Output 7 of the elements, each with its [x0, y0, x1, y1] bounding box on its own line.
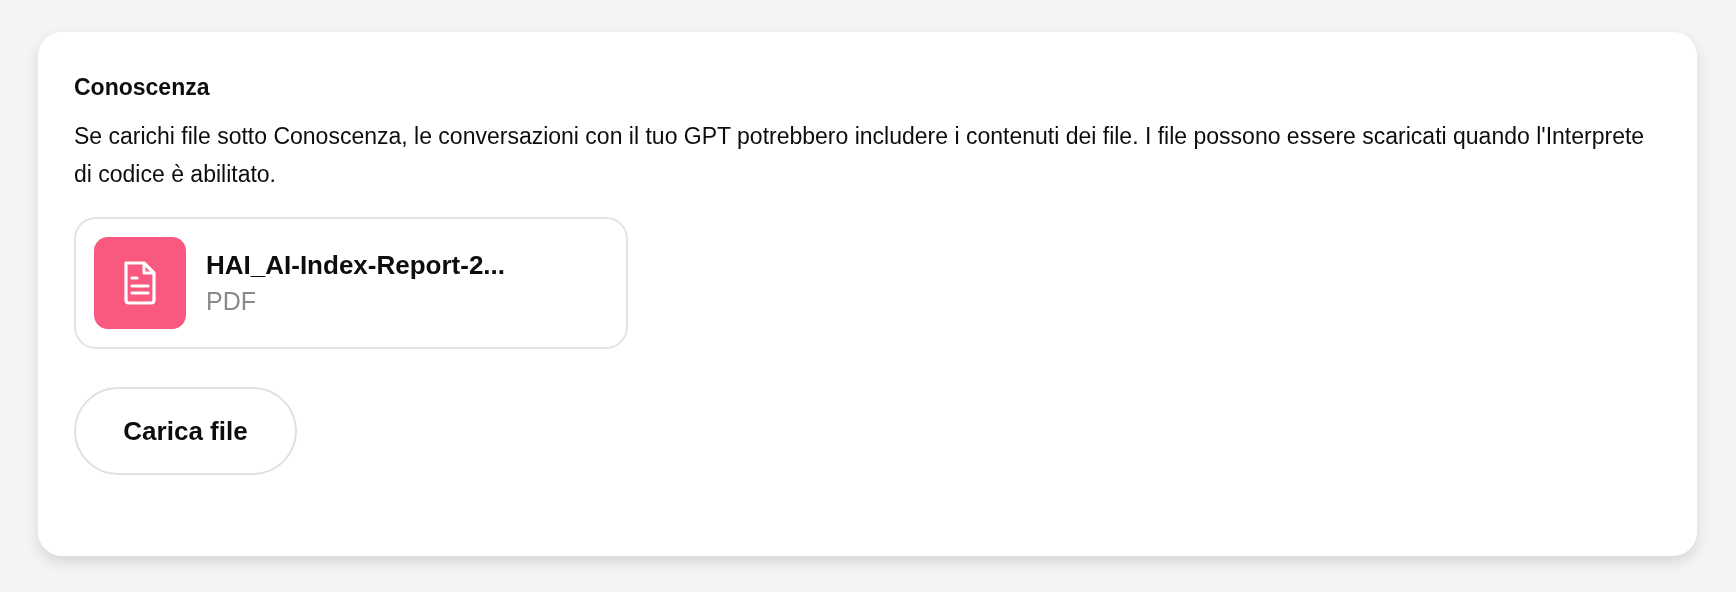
section-title: Conoscenza: [74, 74, 211, 101]
section-description: Se carichi file sotto Conoscenza, le conversazioni con il tuo GPT potrebbero includere i contenuti dei file. I file possono essere scaricati quando l'Interprete di codice è abilitato.: [74, 122, 1646, 189]
document-icon: [94, 237, 186, 329]
file-card[interactable]: HAI_AI-Index-Report-2... PDF: [74, 217, 628, 349]
file-type: PDF: [206, 287, 257, 316]
upload-button[interactable]: Carica file: [74, 387, 297, 475]
file-name: HAI_AI-Index-Report-2...: [206, 250, 506, 281]
